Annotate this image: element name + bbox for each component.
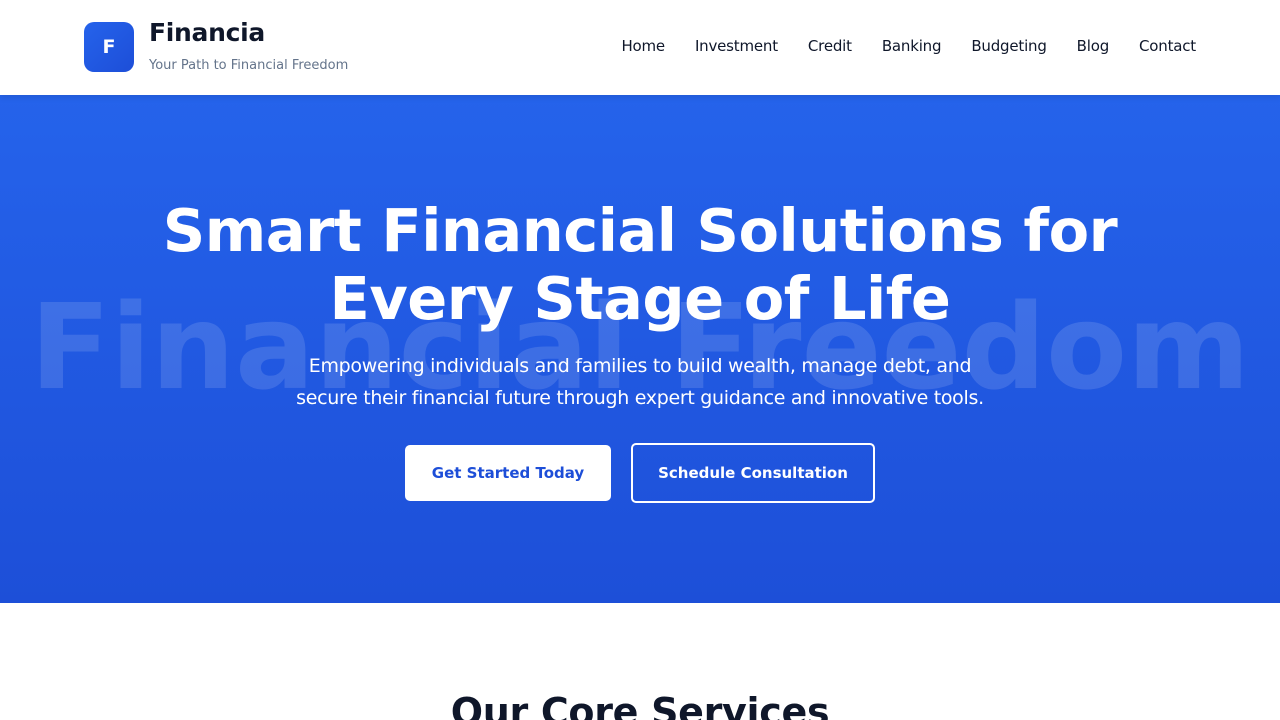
brand-name[interactable]: Financia [149,18,265,47]
nav-item-investment[interactable]: Investment [695,37,778,55]
nav-item-blog[interactable]: Blog [1077,37,1110,55]
logo-letter: F [102,36,116,58]
services-section-title: Our Core Services [450,690,830,720]
nav-item-budgeting[interactable]: Budgeting [971,37,1047,55]
nav-item-contact[interactable]: Contact [1139,37,1196,55]
site-header: F Financia Your Path to Financial Freedo… [0,0,1280,95]
schedule-consultation-button[interactable]: Schedule Consultation [631,443,875,503]
brand-tagline: Your Path to Financial Freedom [149,58,349,73]
main-nav: Home Investment Credit Banking Budgeting… [621,37,1196,55]
nav-item-banking[interactable]: Banking [882,37,942,55]
nav-item-credit[interactable]: Credit [808,37,852,55]
hero-section: Financial Freedom Smart Financial Soluti… [0,95,1280,603]
hero-subtitle: Empowering individuals and families to b… [296,355,984,409]
nav-item-home[interactable]: Home [621,37,665,55]
get-started-button[interactable]: Get Started Today [405,445,611,501]
logo-icon[interactable]: F [84,22,134,72]
hero-title: Smart Financial Solutions for Every Stag… [162,196,1118,333]
